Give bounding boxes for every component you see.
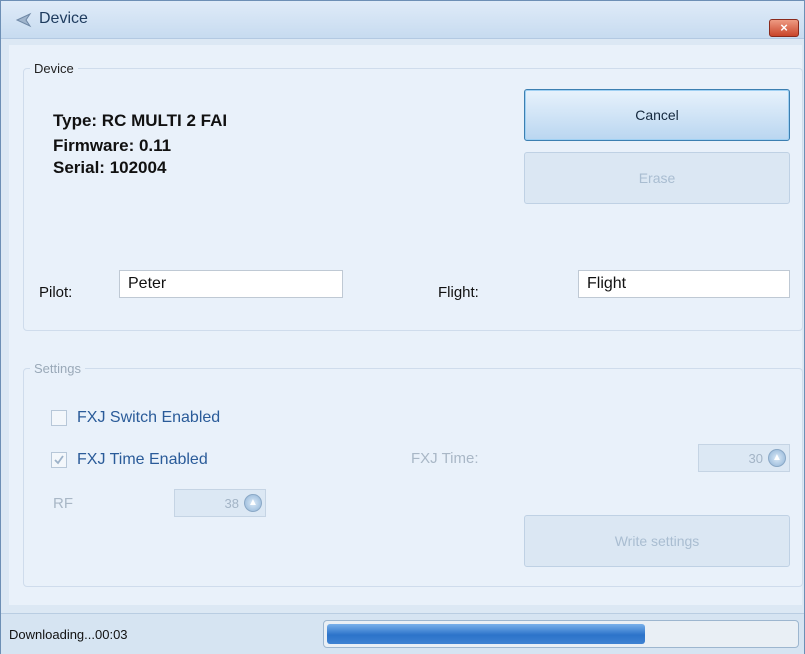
fxj-time-label: FXJ Time: xyxy=(411,450,479,467)
device-firmware: Firmware: 0.11 xyxy=(53,136,172,155)
pilot-input[interactable]: Peter xyxy=(119,270,343,298)
flight-input[interactable]: Flight xyxy=(578,270,790,298)
write-settings-button[interactable]: Write settings xyxy=(524,515,790,567)
fxj-time-value: 30 xyxy=(748,451,763,466)
fxj-time-enabled-checkbox[interactable] xyxy=(51,452,67,468)
close-icon: × xyxy=(780,20,788,35)
download-progress-bar xyxy=(323,620,799,648)
device-group-legend: Device xyxy=(34,61,74,76)
fxj-switch-label: FXJ Switch Enabled xyxy=(77,409,221,426)
checkmark-icon xyxy=(54,455,64,465)
spin-button-icon[interactable]: ▲ xyxy=(768,449,786,467)
device-back-arrow-icon xyxy=(15,12,32,28)
close-button[interactable]: × xyxy=(769,19,799,37)
status-bar: Downloading...00:03 xyxy=(1,613,804,654)
fxj-time-spinner[interactable]: 30 ▲ xyxy=(698,444,790,472)
settings-group-legend: Settings xyxy=(34,361,81,376)
progress-fill xyxy=(327,624,645,644)
window-title: Device xyxy=(39,10,88,27)
device-serial: Serial: 102004 xyxy=(53,158,167,177)
rf-label: RF xyxy=(53,495,73,512)
cancel-button[interactable]: Cancel xyxy=(524,89,790,141)
fxj-time-enabled-label: FXJ Time Enabled xyxy=(77,451,208,468)
title-bar[interactable]: Device × xyxy=(1,1,804,39)
flight-label: Flight: xyxy=(438,284,479,301)
status-text: Downloading...00:03 xyxy=(9,627,128,642)
rf-value: 38 xyxy=(224,496,239,511)
fxj-switch-checkbox[interactable] xyxy=(51,410,67,426)
device-window: Device × Device Type: RC MULTI 2 FAI Fir… xyxy=(0,0,805,654)
spin-button-icon[interactable]: ▲ xyxy=(244,494,262,512)
rf-spinner[interactable]: 38 ▲ xyxy=(174,489,266,517)
erase-button[interactable]: Erase xyxy=(524,152,790,204)
pilot-label: Pilot: xyxy=(39,284,73,301)
device-type: Type: RC MULTI 2 FAI xyxy=(53,111,228,130)
